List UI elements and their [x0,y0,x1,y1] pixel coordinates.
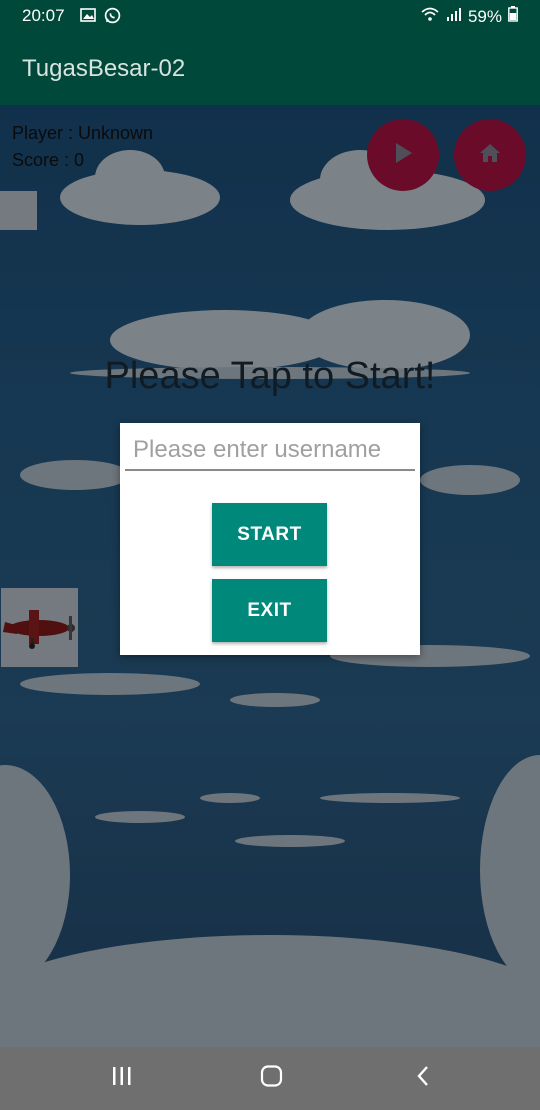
home-nav-icon[interactable] [260,1065,284,1092]
image-icon [80,7,96,29]
username-dialog: START EXIT [120,423,420,655]
navigation-bar [0,1047,540,1110]
signal-icon [446,6,462,27]
wifi-icon [420,6,440,27]
clock: 20:07 [22,6,65,25]
username-input[interactable] [125,431,415,471]
recents-icon[interactable] [111,1065,133,1092]
app-bar: TugasBesar-02 [0,32,540,105]
battery-percent: 59% [467,6,502,26]
status-bar: 20:07 59% [0,0,540,32]
exit-button[interactable]: EXIT [212,579,327,642]
battery-icon [508,6,518,27]
back-icon[interactable] [415,1065,431,1092]
start-button[interactable]: START [212,503,327,566]
whatsapp-icon [104,7,121,29]
app-title: TugasBesar-02 [22,55,186,82]
